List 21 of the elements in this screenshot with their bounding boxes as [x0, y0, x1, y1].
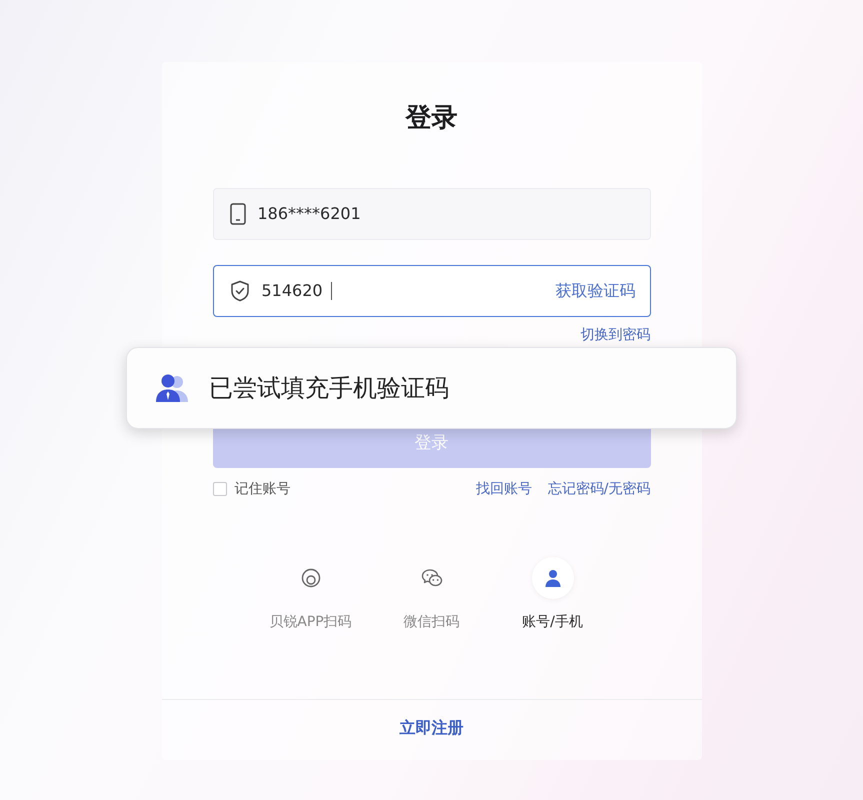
login-method-tab[interactable]: 微信扫码 [371, 557, 492, 632]
switch-password-link[interactable]: 切换到密码 [580, 325, 650, 345]
code-field[interactable]: 514620 获取验证码 [212, 265, 650, 317]
register-link[interactable]: 立即注册 [400, 718, 464, 737]
users-icon [155, 373, 189, 403]
page-title: 登录 [404, 102, 458, 135]
text-cursor [330, 282, 332, 300]
forgot-password-link[interactable]: 忘记密码/无密码 [548, 479, 650, 499]
login-method-tab[interactable]: 账号/手机 [492, 557, 613, 632]
login-method-tab[interactable]: 贝锐APP扫码 [250, 557, 371, 632]
chat-bubbles-icon [420, 568, 442, 588]
remember-label: 记住账号 [234, 480, 290, 499]
phone-icon [230, 203, 246, 225]
get-code-link[interactable]: 获取验证码 [556, 279, 636, 303]
recover-account-link[interactable]: 找回账号 [476, 479, 532, 499]
checkbox[interactable] [212, 482, 226, 496]
ring-icon [300, 568, 320, 588]
phone-field[interactable]: 186****6201 [212, 188, 650, 240]
toast-message: 已尝试填充手机验证码 [209, 373, 449, 404]
shield-check-icon [230, 280, 250, 302]
person-icon [542, 568, 562, 588]
